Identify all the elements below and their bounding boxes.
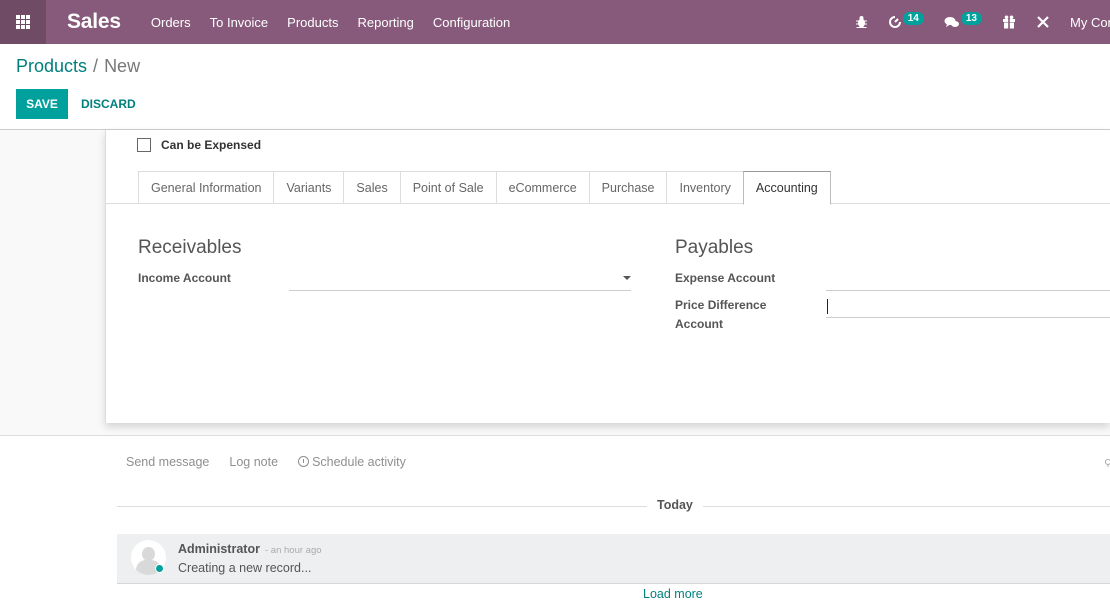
notebook-tabs: General Information Variants Sales Point… (138, 171, 831, 205)
message-time: - an hour ago (265, 545, 322, 556)
chatter-message: Administrator - an hour ago Creating a n… (117, 534, 1110, 584)
breadcrumb-separator: / (93, 56, 99, 76)
tab-ecommerce[interactable]: eCommerce (495, 171, 589, 204)
activity-button[interactable]: 14 (888, 11, 924, 29)
top-navbar: Sales Orders To Invoice Products Reporti… (0, 0, 1110, 44)
company-switcher[interactable]: My Company (1070, 15, 1110, 30)
debug-bug-icon[interactable] (855, 15, 868, 29)
apps-menu-button[interactable] (0, 0, 46, 44)
price-difference-account-label: Price Difference Account (675, 296, 766, 334)
tab-variants[interactable]: Variants (273, 171, 344, 204)
menu-item-configuration[interactable]: Configuration (433, 15, 510, 30)
app-name: Sales (67, 10, 121, 33)
load-more-link[interactable]: Load more (643, 587, 703, 601)
schedule-activity-button[interactable]: Schedule activity (298, 455, 406, 469)
clock-icon (888, 16, 901, 28)
paperclip-icon[interactable]: ⚲ (1104, 457, 1110, 467)
log-note-button[interactable]: Log note (229, 455, 278, 469)
menu-item-to-invoice[interactable]: To Invoice (210, 15, 269, 30)
income-account-select[interactable] (289, 269, 631, 291)
income-account-label: Income Account (138, 271, 231, 285)
breadcrumb: Products / New (16, 56, 140, 77)
price-difference-label-line1: Price Difference (675, 298, 767, 312)
breadcrumb-current: New (104, 56, 141, 76)
breadcrumb-products[interactable]: Products (16, 56, 87, 76)
main-menu: Orders To Invoice Products Reporting Con… (151, 15, 529, 30)
expense-account-label: Expense Account (675, 271, 776, 285)
can-be-expensed-label[interactable]: Can be Expensed (161, 138, 261, 152)
price-difference-account-input[interactable] (826, 296, 1110, 318)
schedule-activity-label: Schedule activity (312, 455, 406, 469)
menu-item-orders[interactable]: Orders (151, 15, 191, 30)
tab-inventory[interactable]: Inventory (666, 171, 743, 204)
price-difference-label-line2: Account (675, 317, 723, 331)
tab-purchase[interactable]: Purchase (588, 171, 667, 204)
save-button[interactable]: SAVE (16, 89, 68, 119)
tab-point-of-sale[interactable]: Point of Sale (399, 171, 496, 204)
comments-icon (944, 17, 959, 27)
clock-icon (298, 456, 310, 467)
text-cursor (827, 299, 828, 314)
chatter-topbar: Send message Log note Schedule activity (126, 455, 426, 469)
grid-icon (16, 15, 30, 29)
message-author[interactable]: Administrator (178, 542, 260, 556)
tab-general-information[interactable]: General Information (138, 171, 274, 204)
gift-icon[interactable] (1002, 15, 1016, 29)
expense-account-select[interactable] (826, 269, 1110, 291)
activity-count-badge: 14 (902, 11, 924, 25)
payables-title: Payables (675, 237, 754, 258)
send-message-button[interactable]: Send message (126, 455, 209, 469)
messages-count-badge: 13 (960, 11, 982, 25)
form-sheet: Can be Expensed General Information Vari… (105, 130, 1110, 423)
date-separator-label: Today (647, 498, 703, 512)
tools-icon[interactable] (1036, 15, 1050, 29)
message-body: Creating a new record... (178, 561, 312, 575)
can-be-expensed-row: Can be Expensed (137, 138, 261, 152)
discard-button[interactable]: DISCARD (81, 89, 136, 119)
receivables-title: Receivables (138, 237, 242, 258)
menu-item-products[interactable]: Products (287, 15, 338, 30)
control-panel: Products / New SAVE DISCARD (0, 44, 1110, 130)
date-separator-line (117, 506, 1110, 507)
tab-sales[interactable]: Sales (343, 171, 400, 204)
messaging-button[interactable]: 13 (944, 11, 982, 29)
online-status-icon (155, 564, 164, 573)
caret-down-icon[interactable] (623, 276, 631, 280)
tab-accounting[interactable]: Accounting (742, 171, 831, 205)
systray: 14 13 My Company (855, 0, 1110, 44)
can-be-expensed-checkbox[interactable] (137, 138, 151, 152)
menu-item-reporting[interactable]: Reporting (357, 15, 413, 30)
